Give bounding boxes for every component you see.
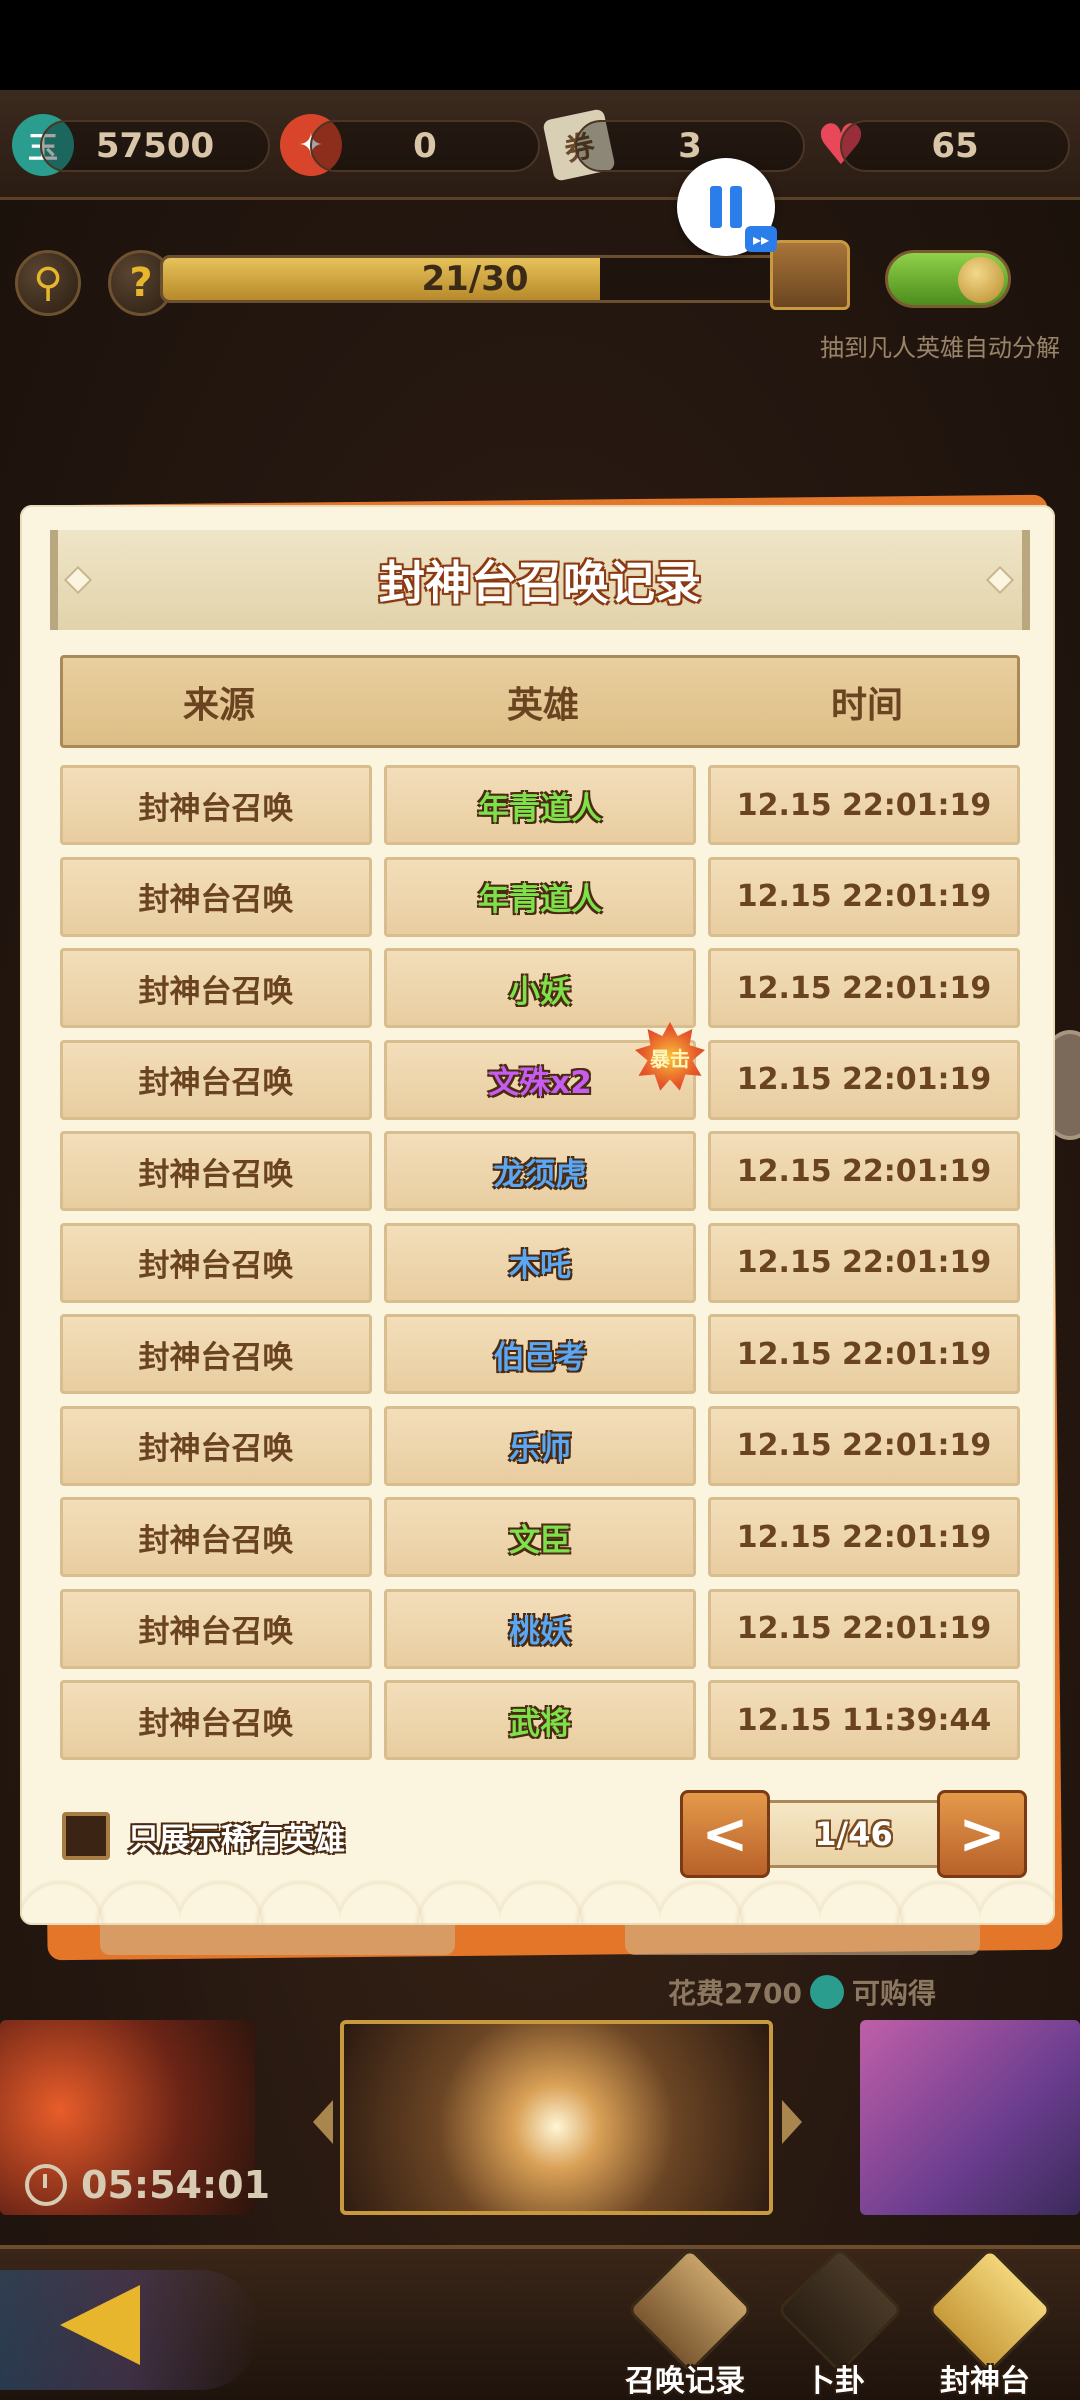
altar-scroll-icon [926, 2246, 1054, 2374]
nav-label: 召唤记录 [625, 2364, 745, 2399]
cell-hero: 武将 [384, 1680, 696, 1760]
cell-source: 封神台召唤 [60, 1222, 372, 1303]
summon-button-left [100, 1925, 455, 1955]
cell-hero: 龙须虎 [384, 1131, 696, 1211]
table-row: 封神台召唤 小妖 12.15 22:01:19 [60, 948, 1020, 1028]
nav-fengshen-altar[interactable]: 封神台 [910, 2246, 1060, 2400]
header-source: 来源 [182, 684, 255, 726]
cell-hero: 文臣 [384, 1497, 696, 1577]
rare-only-checkbox[interactable] [62, 1812, 110, 1860]
cell-time: 12.15 22:01:19 [708, 1405, 1020, 1486]
timer-value: 05:54:01 [81, 2163, 271, 2207]
table-row: 封神台召唤 文臣 12.15 22:01:19 [60, 1497, 1020, 1577]
heart-count: 65 [840, 120, 1070, 172]
hero-card-right[interactable] [860, 2020, 1080, 2215]
cost-prefix: 花费2700 [668, 1977, 802, 2010]
countdown-timer: 05:54:01 [25, 2160, 270, 2210]
header-time: 时间 [830, 684, 903, 726]
cell-time: 12.15 22:01:19 [708, 1131, 1020, 1211]
cell-hero: 乐师 [384, 1405, 696, 1486]
progress-text: 21/30 [421, 259, 529, 299]
nav-label: 卜卦 [805, 2364, 865, 2399]
cell-hero: 木吒 [384, 1222, 696, 1303]
table-row: 封神台召唤 木吒 12.15 22:01:19 [60, 1222, 1020, 1303]
cell-source: 封神台召唤 [60, 765, 372, 845]
toggle-knob [958, 257, 1004, 303]
auto-decompose-toggle[interactable] [885, 250, 1011, 308]
nav-summon-record[interactable]: 召唤记录 [610, 2246, 760, 2400]
cost-text: 花费2700 可购得 [668, 1970, 936, 2014]
cell-time: 12.15 22:01:19 [708, 1222, 1020, 1303]
cell-time: 12.15 22:01:19 [708, 1497, 1020, 1577]
page-indicator: 1/46 [770, 1800, 937, 1868]
back-arrow-icon[interactable] [60, 2285, 140, 2365]
yin-yang-icon [776, 2246, 904, 2374]
cell-hero: 年青道人 [384, 856, 696, 937]
cell-time: 12.15 22:01:19 [708, 1039, 1020, 1120]
table-row: 封神台召唤 武将 12.15 11:39:44 [60, 1680, 1020, 1760]
cell-source: 封神台召唤 [60, 1039, 372, 1120]
scroll-count-value: 3 [678, 126, 702, 166]
summon-altar-card[interactable] [340, 2020, 773, 2215]
table-row: 封神台召唤 伯邑考 12.15 22:01:19 [60, 1314, 1020, 1394]
cell-source: 封神台召唤 [60, 1405, 372, 1486]
chevron-right-icon[interactable] [782, 2100, 802, 2144]
scroll-count: 3 [575, 120, 805, 172]
table-header: 来源 英雄 时间 [60, 655, 1020, 748]
cell-source: 封神台召唤 [60, 948, 372, 1028]
cell-hero: 伯邑考 [384, 1314, 696, 1394]
cell-time: 12.15 22:01:19 [708, 1588, 1020, 1669]
cell-source: 封神台召唤 [60, 1131, 372, 1211]
cell-source: 封神台召唤 [60, 1314, 372, 1394]
cost-suffix: 可购得 [851, 1977, 936, 2010]
table-row: 封神台召唤 桃妖 12.15 22:01:19 [60, 1588, 1020, 1669]
fast-forward-icon[interactable]: ▸▸ [745, 226, 777, 252]
table-row: 封神台召唤 文殊x2 12.15 22:01:19 [60, 1039, 1020, 1120]
cell-time: 12.15 22:01:19 [708, 948, 1020, 1028]
table-row: 封神台召唤 龙须虎 12.15 22:01:19 [60, 1131, 1020, 1211]
record-scroll-icon [626, 2246, 754, 2374]
coin-count: 57500 [40, 120, 270, 172]
modal-title: 封神台召唤记录 [379, 556, 701, 610]
cell-hero: 年青道人 [384, 765, 696, 845]
summon-button-right [625, 1925, 980, 1955]
heart-count-value: 65 [931, 126, 979, 166]
cell-time: 12.15 22:01:19 [708, 765, 1020, 845]
status-bar [0, 0, 1080, 90]
chevron-left-icon[interactable] [313, 2100, 333, 2144]
table-row: 封神台召唤 乐师 12.15 22:01:19 [60, 1405, 1020, 1486]
coin-count-value: 57500 [95, 126, 215, 166]
ticket-count: 0 [310, 120, 540, 172]
nav-label: 封神台 [940, 2364, 1030, 2399]
cell-source: 封神台召唤 [60, 1588, 372, 1669]
rare-only-label[interactable]: 只展示稀有英雄 [128, 1812, 345, 1860]
ticket-count-value: 0 [413, 126, 437, 166]
summon-progress-bar: 21/30 [160, 255, 790, 303]
nav-divination[interactable]: 卜卦 [760, 2246, 910, 2400]
cell-time: 12.15 22:01:19 [708, 1314, 1020, 1394]
pause-bar-left [710, 186, 722, 228]
cell-source: 封神台召唤 [60, 856, 372, 937]
jade-coin-icon [809, 1975, 844, 2009]
cell-source: 封神台召唤 [60, 1497, 372, 1577]
cell-hero: 小妖 [384, 948, 696, 1028]
auto-decompose-label: 抽到凡人英雄自动分解 [820, 334, 1060, 362]
table-row: 封神台召唤 年青道人 12.15 22:01:19 [60, 856, 1020, 937]
cell-hero: 桃妖 [384, 1588, 696, 1669]
cell-time: 12.15 11:39:44 [708, 1680, 1020, 1760]
header-hero: 英雄 [506, 684, 579, 726]
cell-source: 封神台召唤 [60, 1680, 372, 1760]
cell-time: 12.15 22:01:19 [708, 856, 1020, 937]
prev-page-button[interactable]: < [680, 1790, 770, 1878]
table-row: 封神台召唤 年青道人 12.15 22:01:19 [60, 765, 1020, 845]
search-icon[interactable]: ⚲ [15, 250, 81, 316]
next-page-button[interactable]: > [937, 1790, 1027, 1878]
pause-bar-right [730, 186, 742, 228]
clock-icon [25, 2164, 67, 2206]
chest-icon[interactable] [770, 240, 850, 310]
